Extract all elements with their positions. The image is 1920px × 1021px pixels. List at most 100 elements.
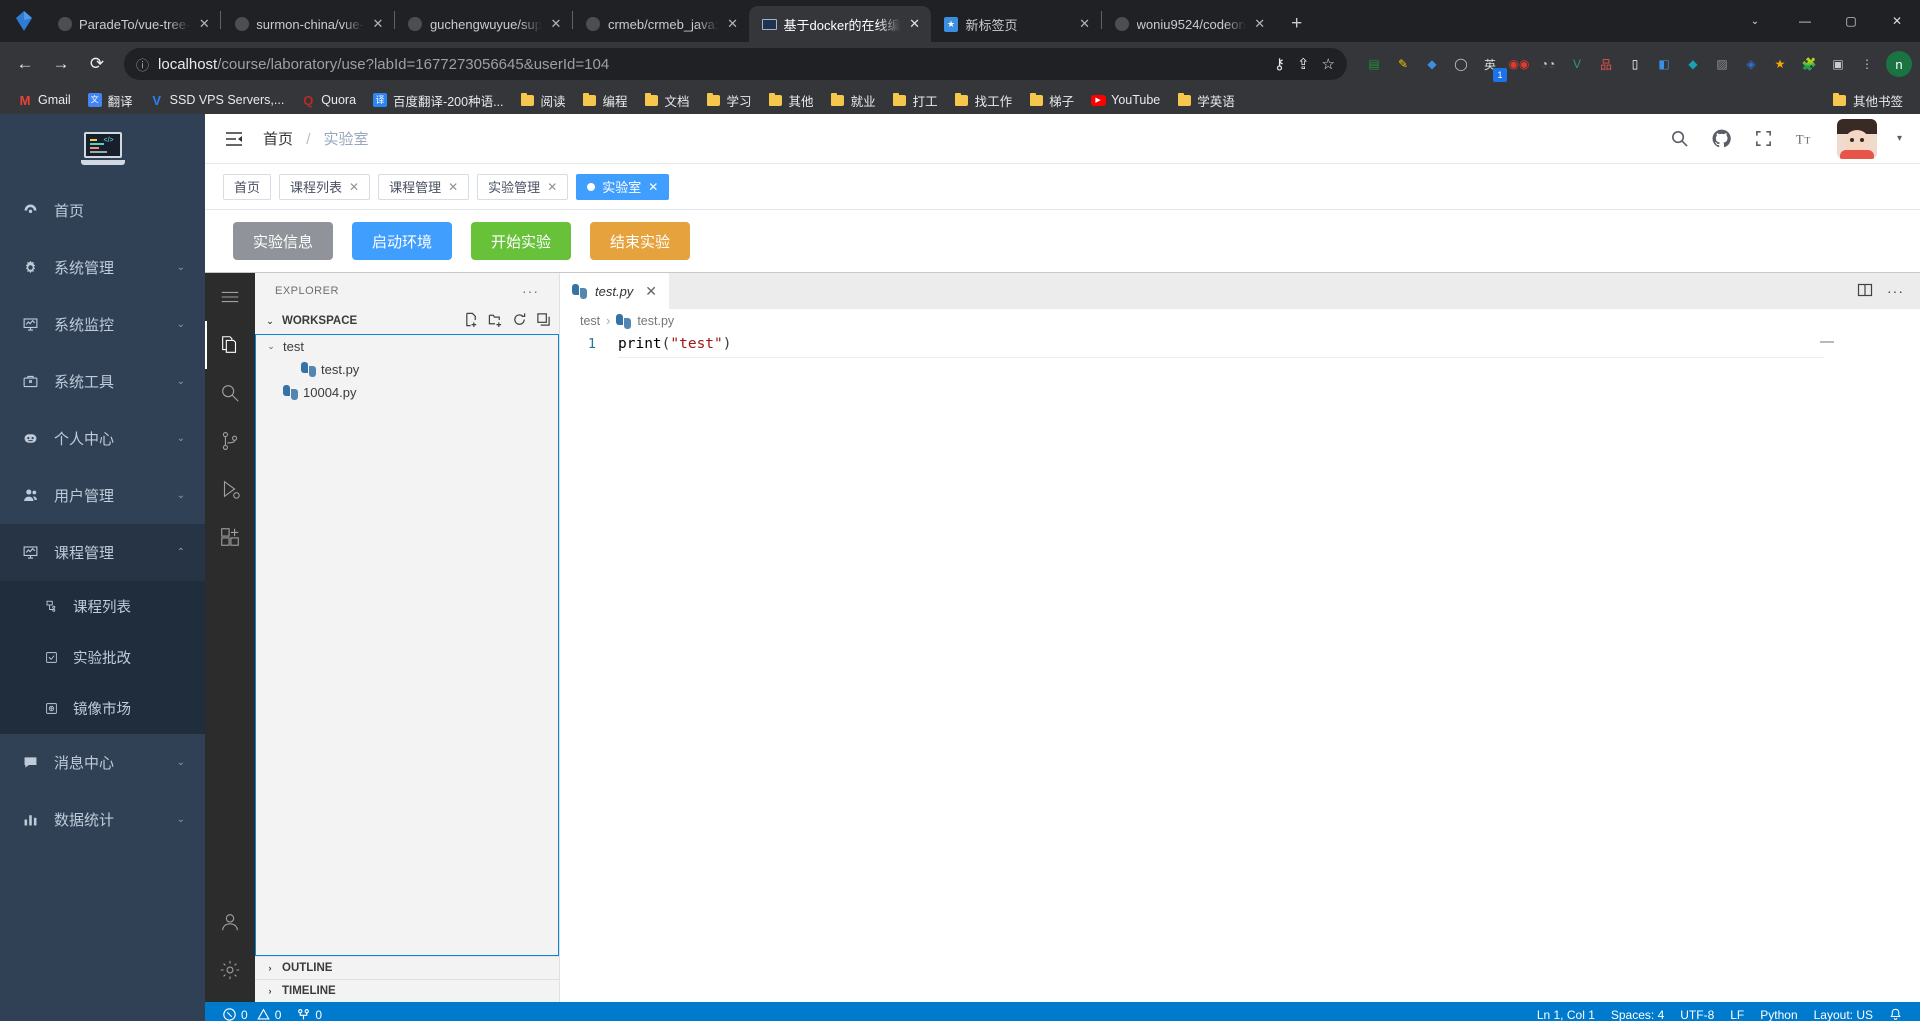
collapse-all-icon[interactable]	[536, 312, 551, 330]
browser-tab[interactable]: 基于docker的在线编 ✕	[748, 6, 931, 42]
menu-icon[interactable]	[205, 273, 255, 321]
search-icon[interactable]	[1669, 128, 1691, 150]
sheets-extension[interactable]: ▤	[1363, 53, 1385, 75]
sidebar-item-9[interactable]: 数据统计 ⌄	[0, 791, 205, 848]
close-icon[interactable]: ✕	[725, 16, 741, 32]
timeline-section[interactable]: › TIMELINE	[255, 979, 559, 1002]
reload-button[interactable]: ⟳	[80, 47, 114, 81]
dots-extension[interactable]: ⋮	[1856, 53, 1878, 75]
blue-extension[interactable]: ◧	[1653, 53, 1675, 75]
new-folder-icon[interactable]	[488, 312, 503, 330]
breadcrumb-file[interactable]: test.py	[637, 314, 674, 328]
sidebar-subitem-1[interactable]: 课程列表	[0, 581, 205, 632]
close-icon[interactable]: ✕	[547, 180, 557, 194]
lab-button-1[interactable]: 实验信息	[233, 222, 333, 260]
bookmark-item[interactable]: 阅读	[512, 88, 572, 113]
sidebar-item-4[interactable]: 系统工具 ⌄	[0, 353, 205, 410]
sidebar-item-8[interactable]: 消息中心 ⌄	[0, 734, 205, 791]
view-tab-4[interactable]: 实验管理 ✕	[477, 173, 569, 200]
browser-tab[interactable]: guchengwuyue/sup ✕	[395, 6, 572, 42]
refresh-icon[interactable]	[512, 312, 527, 330]
browser-tab[interactable]: ParadeTo/vue-tree- ✕	[44, 6, 220, 42]
workspace-section-header[interactable]: ⌄ WORKSPACE	[255, 308, 559, 334]
bookmark-item[interactable]: 文档	[637, 88, 697, 113]
new-tab-button[interactable]: +	[1282, 9, 1312, 39]
search-icon[interactable]	[205, 369, 255, 417]
browser-tab[interactable]: crmeb/crmeb_java: ✕	[573, 6, 749, 42]
sidebar-item-6[interactable]: 用户管理 ⌄	[0, 467, 205, 524]
status-eol[interactable]: LF	[1722, 1002, 1752, 1021]
circle-extension[interactable]: ◯	[1450, 53, 1472, 75]
glasses-extension[interactable]: ◉◉	[1508, 53, 1530, 75]
settings-gear-icon[interactable]	[205, 946, 255, 994]
chevron-down-icon[interactable]: ▾	[1897, 133, 1902, 144]
lab-button-4[interactable]: 结束实验	[590, 222, 690, 260]
star-extension[interactable]: ★	[1769, 53, 1791, 75]
forward-button[interactable]: →	[44, 47, 78, 81]
back-button[interactable]: ←	[8, 47, 42, 81]
close-icon[interactable]: ✕	[196, 16, 212, 32]
sidebar-extension[interactable]: ▣	[1827, 53, 1849, 75]
code-editor[interactable]: 1 print("test")	[560, 333, 1920, 1002]
split-editor-icon[interactable]	[1857, 282, 1873, 301]
github-icon[interactable]	[1711, 128, 1733, 150]
status-keyboard-layout[interactable]: Layout: US	[1806, 1002, 1881, 1021]
location-extension[interactable]: ◆	[1421, 53, 1443, 75]
collapse-menu-icon[interactable]	[223, 128, 245, 150]
close-icon[interactable]: ✕	[648, 180, 658, 194]
maximize-button[interactable]: ▢	[1828, 0, 1874, 42]
bookmark-item[interactable]: 梯子	[1021, 88, 1081, 113]
outline-section[interactable]: › OUTLINE	[255, 956, 559, 979]
status-indentation[interactable]: Spaces: 4	[1603, 1002, 1672, 1021]
status-cursor-position[interactable]: Ln 1, Col 1	[1529, 1002, 1603, 1021]
tree-file[interactable]: test.py	[256, 358, 558, 381]
sidebar-item-2[interactable]: 系统管理 ⌄	[0, 239, 205, 296]
bookmark-item[interactable]: 编程	[575, 88, 635, 113]
extensions-icon[interactable]	[205, 513, 255, 561]
account-icon[interactable]	[205, 898, 255, 946]
sidebar-item-5[interactable]: 个人中心 ⌄	[0, 410, 205, 467]
more-actions-icon[interactable]: ···	[522, 283, 539, 299]
other-bookmarks-folder[interactable]: 其他书签	[1825, 88, 1910, 113]
more-actions-icon[interactable]: ···	[1887, 283, 1904, 299]
bookmark-item[interactable]: 打工	[885, 88, 945, 113]
owl-extension[interactable]: ◔◔	[1537, 53, 1559, 75]
sitemap-extension[interactable]: 品	[1595, 53, 1617, 75]
tree-file[interactable]: 10004.py	[256, 381, 558, 404]
sidebar-item-7[interactable]: 课程管理 ⌃	[0, 524, 205, 581]
run-debug-icon[interactable]	[205, 465, 255, 513]
marker-extension[interactable]: ✎	[1392, 53, 1414, 75]
sidebar-item-3[interactable]: 系统监控 ⌄	[0, 296, 205, 353]
sidebar-logo[interactable]: </>	[0, 114, 205, 182]
bookmark-item[interactable]: Q Quora	[293, 89, 363, 111]
image-extension[interactable]: ▨	[1711, 53, 1733, 75]
bookmark-item[interactable]: 找工作	[947, 88, 1020, 113]
bookmark-item[interactable]: 学英语	[1169, 88, 1242, 113]
bookmark-item[interactable]: 就业	[823, 88, 883, 113]
view-tab-3[interactable]: 课程管理 ✕	[378, 173, 470, 200]
address-bar[interactable]: ⓘ localhost/course/laboratory/use?labId=…	[124, 48, 1347, 80]
bookmark-item[interactable]: ▶ YouTube	[1083, 89, 1167, 111]
bookmark-item[interactable]: V SSD VPS Servers,...	[142, 89, 292, 111]
status-encoding[interactable]: UTF-8	[1672, 1002, 1722, 1021]
close-icon[interactable]: ✕	[548, 16, 564, 32]
lab-button-2[interactable]: 启动环境	[352, 222, 452, 260]
view-tab-2[interactable]: 课程列表 ✕	[279, 173, 371, 200]
share-icon[interactable]: ⇪	[1297, 55, 1310, 73]
v-extension[interactable]: V	[1566, 53, 1588, 75]
sidebar-item-1[interactable]: 首页	[0, 182, 205, 239]
profile-avatar[interactable]: n	[1886, 51, 1912, 77]
shield-extension[interactable]: ◈	[1740, 53, 1762, 75]
teal-extension[interactable]: ◆	[1682, 53, 1704, 75]
status-problems[interactable]: 0 0	[215, 1002, 289, 1021]
close-icon[interactable]: ✕	[349, 180, 359, 194]
tree-folder[interactable]: ⌄ test	[256, 335, 558, 358]
browser-tab[interactable]: woniu9524/codeon ✕	[1102, 6, 1276, 42]
close-icon[interactable]: ✕	[448, 180, 458, 194]
minimize-button[interactable]: —	[1782, 0, 1828, 42]
sidebar-subitem-2[interactable]: 实验批改	[0, 632, 205, 683]
sidebar-subitem-3[interactable]: 镜像市场	[0, 683, 205, 734]
close-icon[interactable]: ✕	[1077, 16, 1093, 32]
browser-tab[interactable]: surmon-china/vue- ✕	[221, 6, 394, 42]
bookmark-item[interactable]: M Gmail	[10, 89, 78, 111]
